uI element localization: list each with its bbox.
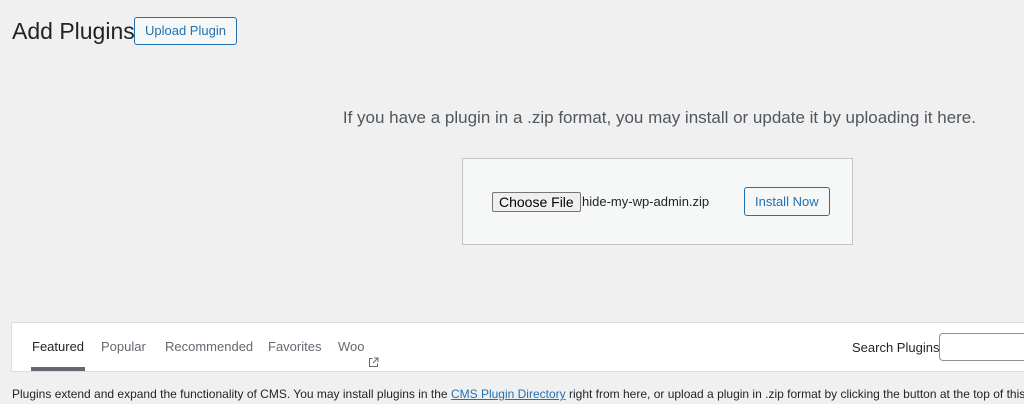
tab-woo-label: Woo xyxy=(338,339,365,354)
tab-woo[interactable]: Woo xyxy=(338,323,379,371)
tab-favorites[interactable]: Favorites xyxy=(268,323,321,371)
search-plugins-input[interactable] xyxy=(939,333,1024,361)
upload-plugin-button[interactable]: Upload Plugin xyxy=(134,17,237,45)
tab-featured[interactable]: Featured xyxy=(31,323,86,371)
tab-popular[interactable]: Popular xyxy=(101,323,146,371)
search-plugins-label: Search Plugins xyxy=(852,340,940,355)
plugins-description: Plugins extend and expand the functional… xyxy=(12,386,1024,402)
install-now-button[interactable]: Install Now xyxy=(744,187,830,216)
external-link-icon xyxy=(368,340,379,388)
description-text-before: Plugins extend and expand the functional… xyxy=(12,387,451,401)
plugin-filter-bar: Featured Popular Recommended Favorites W… xyxy=(11,322,1024,372)
tab-recommended[interactable]: Recommended xyxy=(165,323,253,371)
selected-file-name: hide-my-wp-admin.zip xyxy=(582,194,710,209)
upload-plugin-form: Choose File hide-my-wp-admin.zip Install… xyxy=(462,158,853,245)
upload-help-text: If you have a plugin in a .zip format, y… xyxy=(342,108,976,127)
page-title: Add Plugins xyxy=(12,18,135,44)
description-text-after: right from here, or upload a plugin in .… xyxy=(565,387,1024,401)
choose-file-button[interactable]: Choose File xyxy=(492,192,581,212)
plugin-directory-link[interactable]: CMS Plugin Directory xyxy=(451,387,566,401)
